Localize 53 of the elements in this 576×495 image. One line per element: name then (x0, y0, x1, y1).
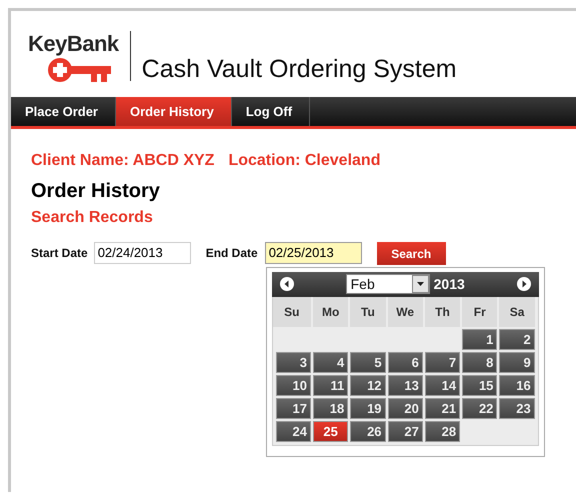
calendar-day[interactable]: 4 (312, 352, 348, 372)
search-button[interactable]: Search (376, 242, 446, 265)
calendar-day[interactable]: 14 (424, 374, 460, 396)
client-name: Client Name: ABCD XYZ (31, 152, 214, 170)
calendar-day[interactable]: 2 (499, 328, 535, 350)
calendar-day[interactable]: 12 (350, 374, 386, 396)
calendar-day[interactable]: 11 (312, 374, 348, 396)
section-heading: Search Records (31, 209, 154, 227)
calendar-day[interactable]: 13 (388, 374, 423, 396)
weekday-label: Sa (499, 296, 535, 326)
app-title: Cash Vault Ordering System (142, 55, 457, 84)
weekday-label: Tu (350, 296, 386, 326)
calendar-day[interactable]: 23 (499, 398, 535, 418)
nav-tab[interactable]: Log Off (232, 97, 310, 126)
calendar-day[interactable]: 22 (462, 398, 498, 418)
calendar-day[interactable]: 8 (462, 352, 498, 372)
start-date-field[interactable]: 02/24/2013 (94, 242, 191, 264)
weekday-label: Fr (462, 296, 498, 326)
calendar-day[interactable]: 27 (388, 420, 423, 442)
calendar-day[interactable]: 5 (350, 352, 386, 372)
calendar-day[interactable]: 9 (499, 352, 535, 372)
calendar-day[interactable]: 15 (462, 374, 498, 396)
year-label: 2013 (434, 276, 465, 292)
brand-name: KeyBank (28, 31, 119, 57)
calendar-day[interactable]: 26 (350, 420, 386, 442)
calendar-day[interactable]: 18 (312, 398, 348, 418)
calendar-day[interactable]: 28 (424, 420, 460, 442)
calendar-day[interactable]: 1 (462, 328, 498, 350)
weekday-label: We (388, 296, 423, 326)
calendar-day[interactable]: 3 (276, 352, 311, 372)
page-heading: Order History (31, 180, 161, 203)
end-date-field[interactable]: 02/25/2013 (264, 242, 362, 264)
weekday-label: Mo (312, 296, 348, 326)
calendar-day[interactable]: 7 (424, 352, 460, 372)
calendar-day[interactable]: 10 (276, 374, 311, 396)
calendar-day[interactable]: 21 (424, 398, 460, 418)
next-icon[interactable] (516, 277, 531, 291)
weekday-label: Th (424, 296, 460, 326)
calendar-day[interactable]: 25 (312, 420, 348, 442)
dropdown-icon[interactable] (412, 275, 429, 293)
calendar-day[interactable]: 24 (276, 420, 311, 442)
calendar-day[interactable]: 16 (499, 374, 535, 396)
month-select[interactable]: Feb (346, 274, 430, 294)
nav-tab[interactable]: Order History (116, 97, 232, 126)
client-location: Location: Cleveland (228, 152, 380, 170)
field-label: End Date (206, 246, 258, 260)
calendar-day[interactable]: 19 (350, 398, 386, 418)
calendar-day[interactable]: 17 (276, 398, 311, 418)
weekday-label: Su (272, 296, 311, 326)
calendar-day[interactable]: 20 (388, 398, 423, 418)
calendar-day[interactable]: 6 (388, 352, 423, 372)
field-label: Start Date (31, 246, 88, 260)
previous-icon[interactable] (280, 277, 294, 291)
